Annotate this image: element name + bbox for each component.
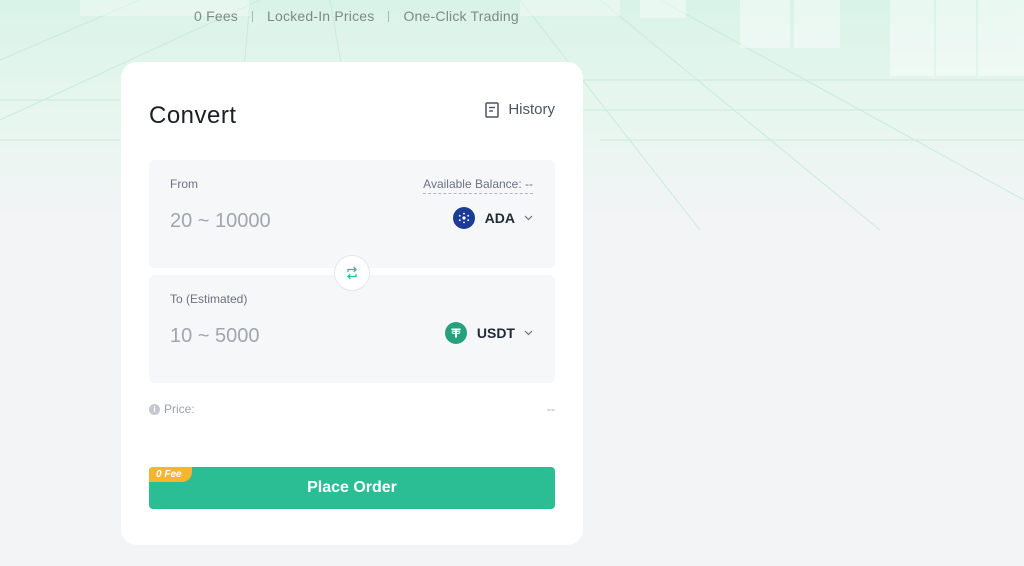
zero-fee-badge: 0 Fee [149, 467, 192, 482]
convert-title: Convert [149, 102, 237, 129]
from-amount-input[interactable] [170, 206, 390, 236]
to-label: To (Estimated) [170, 292, 248, 306]
place-order-label: Place Order [307, 479, 397, 496]
feature-highlights: 0 Fees Locked-In Prices One-Click Tradin… [194, 8, 519, 24]
to-coin-name: USDT [476, 325, 515, 341]
swap-arrows-icon [347, 266, 357, 280]
from-coin-name: ADA [484, 210, 515, 226]
feature-divider [252, 10, 253, 22]
to-amount-input[interactable] [170, 321, 390, 351]
to-coin-selector[interactable]: USDT [444, 322, 533, 344]
price-row: i Price: -- [149, 402, 555, 416]
available-balance[interactable]: Available Balance: -- [423, 177, 533, 194]
price-value: -- [547, 402, 555, 416]
price-label: Price: [164, 402, 195, 416]
cardano-icon [452, 207, 475, 229]
tether-icon [444, 322, 467, 344]
feature-zero-fees: 0 Fees [194, 8, 238, 24]
history-label: History [508, 101, 555, 118]
feature-divider [388, 10, 390, 22]
from-label: From [170, 177, 198, 191]
feature-one-click: One-Click Trading [403, 8, 519, 24]
from-panel: From Available Balance: -- ADA [149, 160, 555, 268]
swap-button[interactable] [334, 255, 370, 291]
info-icon[interactable]: i [149, 403, 160, 415]
convert-card: Convert History From Available Balance: … [121, 62, 583, 545]
history-icon [485, 101, 500, 118]
feature-locked-prices: Locked-In Prices [267, 8, 375, 24]
chevron-down-icon [524, 330, 533, 336]
history-link[interactable]: History [485, 101, 555, 118]
chevron-down-icon [524, 215, 533, 221]
from-coin-selector[interactable]: ADA [452, 207, 533, 229]
to-panel: To (Estimated) USDT [149, 275, 555, 383]
place-order-button[interactable]: 0 Fee Place Order [149, 467, 555, 509]
